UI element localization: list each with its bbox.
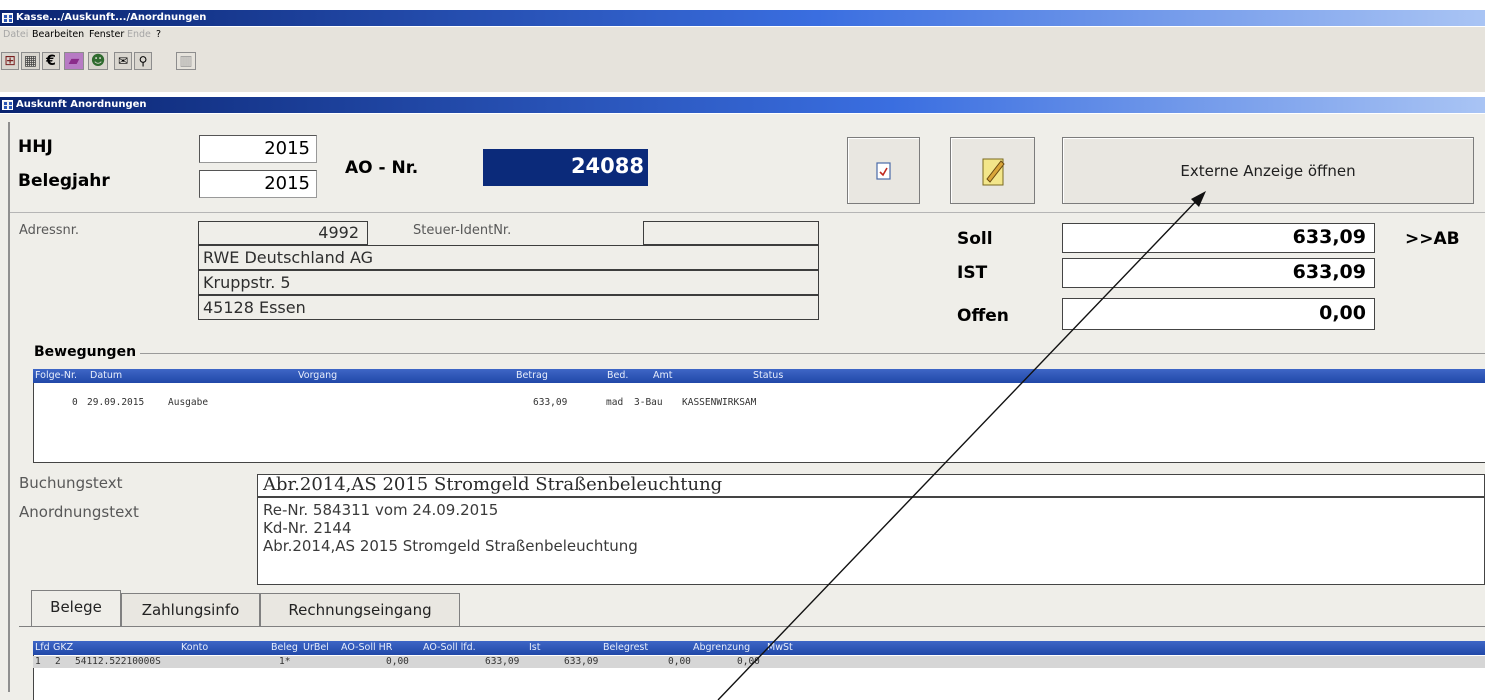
application-window: Kasse.../Auskunft.../Anordnungen Datei B… (0, 0, 1485, 700)
annotation-arrow (717, 191, 1206, 700)
